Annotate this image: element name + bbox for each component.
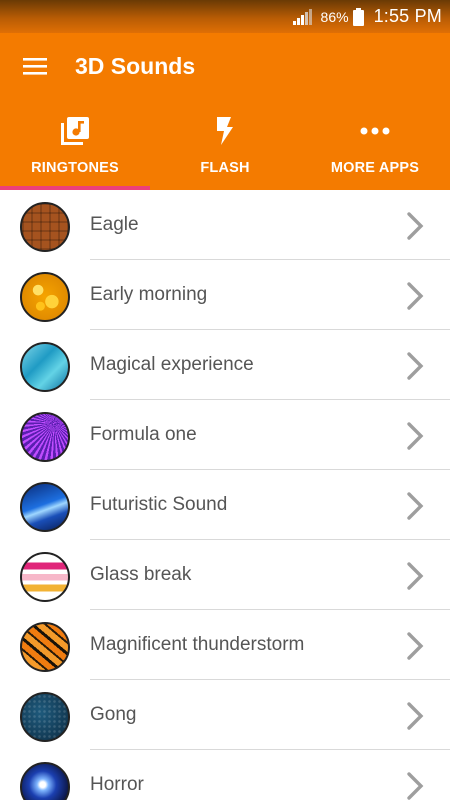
tab-more-apps-label: MORE APPS <box>330 160 420 176</box>
app-title: 3D Sounds <box>75 52 196 79</box>
ringtone-name: Formula one <box>90 424 197 445</box>
list-item[interactable]: Magical experience <box>0 330 450 400</box>
clock: 1:55 PM <box>373 6 442 26</box>
tab-more-apps[interactable]: MORE APPS <box>300 99 450 190</box>
ringtone-name: Eagle <box>90 214 139 235</box>
list-item[interactable]: Gong <box>0 680 450 750</box>
chevron-right-icon <box>407 352 424 380</box>
ringtone-name: Early morning <box>90 284 208 305</box>
ringtone-name: Horror <box>90 774 144 795</box>
flash-icon <box>217 117 233 145</box>
hamburger-menu-icon <box>23 58 47 75</box>
music-library-icon <box>61 117 89 145</box>
list-item[interactable]: Magnificent thunderstorm <box>0 610 450 680</box>
list-item[interactable]: Eagle <box>0 190 450 260</box>
tab-bar: RINGTONES FLASH MORE APPS <box>0 99 450 190</box>
tab-flash-label: FLASH <box>200 160 250 176</box>
chevron-right-icon <box>407 422 424 450</box>
ringtone-thumbnail <box>20 552 70 602</box>
chevron-right-icon <box>407 772 424 800</box>
ringtone-thumbnail <box>20 342 70 392</box>
list-item[interactable]: Futuristic Sound <box>0 470 450 540</box>
ringtone-thumbnail <box>20 272 70 322</box>
status-bar: 86% 1:55 PM <box>0 0 450 33</box>
list-item[interactable]: Formula one <box>0 400 450 470</box>
ringtone-thumbnail <box>20 622 70 672</box>
ringtone-name: Futuristic Sound <box>90 494 228 515</box>
menu-button[interactable] <box>0 33 70 99</box>
chevron-right-icon <box>407 212 424 240</box>
ringtone-thumbnail <box>20 202 70 252</box>
signal-icon <box>292 8 312 25</box>
chevron-right-icon <box>407 282 424 310</box>
ringtone-thumbnail <box>20 482 70 532</box>
ringtone-thumbnail <box>20 692 70 742</box>
ringtone-name: Magnificent thunderstorm <box>90 634 305 655</box>
tab-flash[interactable]: FLASH <box>150 99 300 190</box>
chevron-right-icon <box>407 492 424 520</box>
list-item[interactable]: Glass break <box>0 540 450 610</box>
chevron-right-icon <box>407 562 424 590</box>
ringtone-name: Magical experience <box>90 354 254 375</box>
tab-ringtones[interactable]: RINGTONES <box>0 99 150 190</box>
app-bar: 3D Sounds <box>0 33 450 99</box>
ringtone-name: Glass break <box>90 564 192 585</box>
ringtone-thumbnail <box>20 762 70 800</box>
chevron-right-icon <box>407 632 424 660</box>
tab-ringtones-label: RINGTONES <box>31 160 119 176</box>
chevron-right-icon <box>407 702 424 730</box>
ringtone-name: Gong <box>90 704 137 725</box>
battery-percent: 86% <box>320 8 349 25</box>
ringtone-list: Eagle Early morning Magical experience F… <box>0 190 450 800</box>
list-item[interactable]: Horror <box>0 750 450 800</box>
ringtone-thumbnail <box>20 412 70 462</box>
battery-icon <box>352 7 364 26</box>
more-dots-icon <box>360 127 390 135</box>
list-item[interactable]: Early morning <box>0 260 450 330</box>
